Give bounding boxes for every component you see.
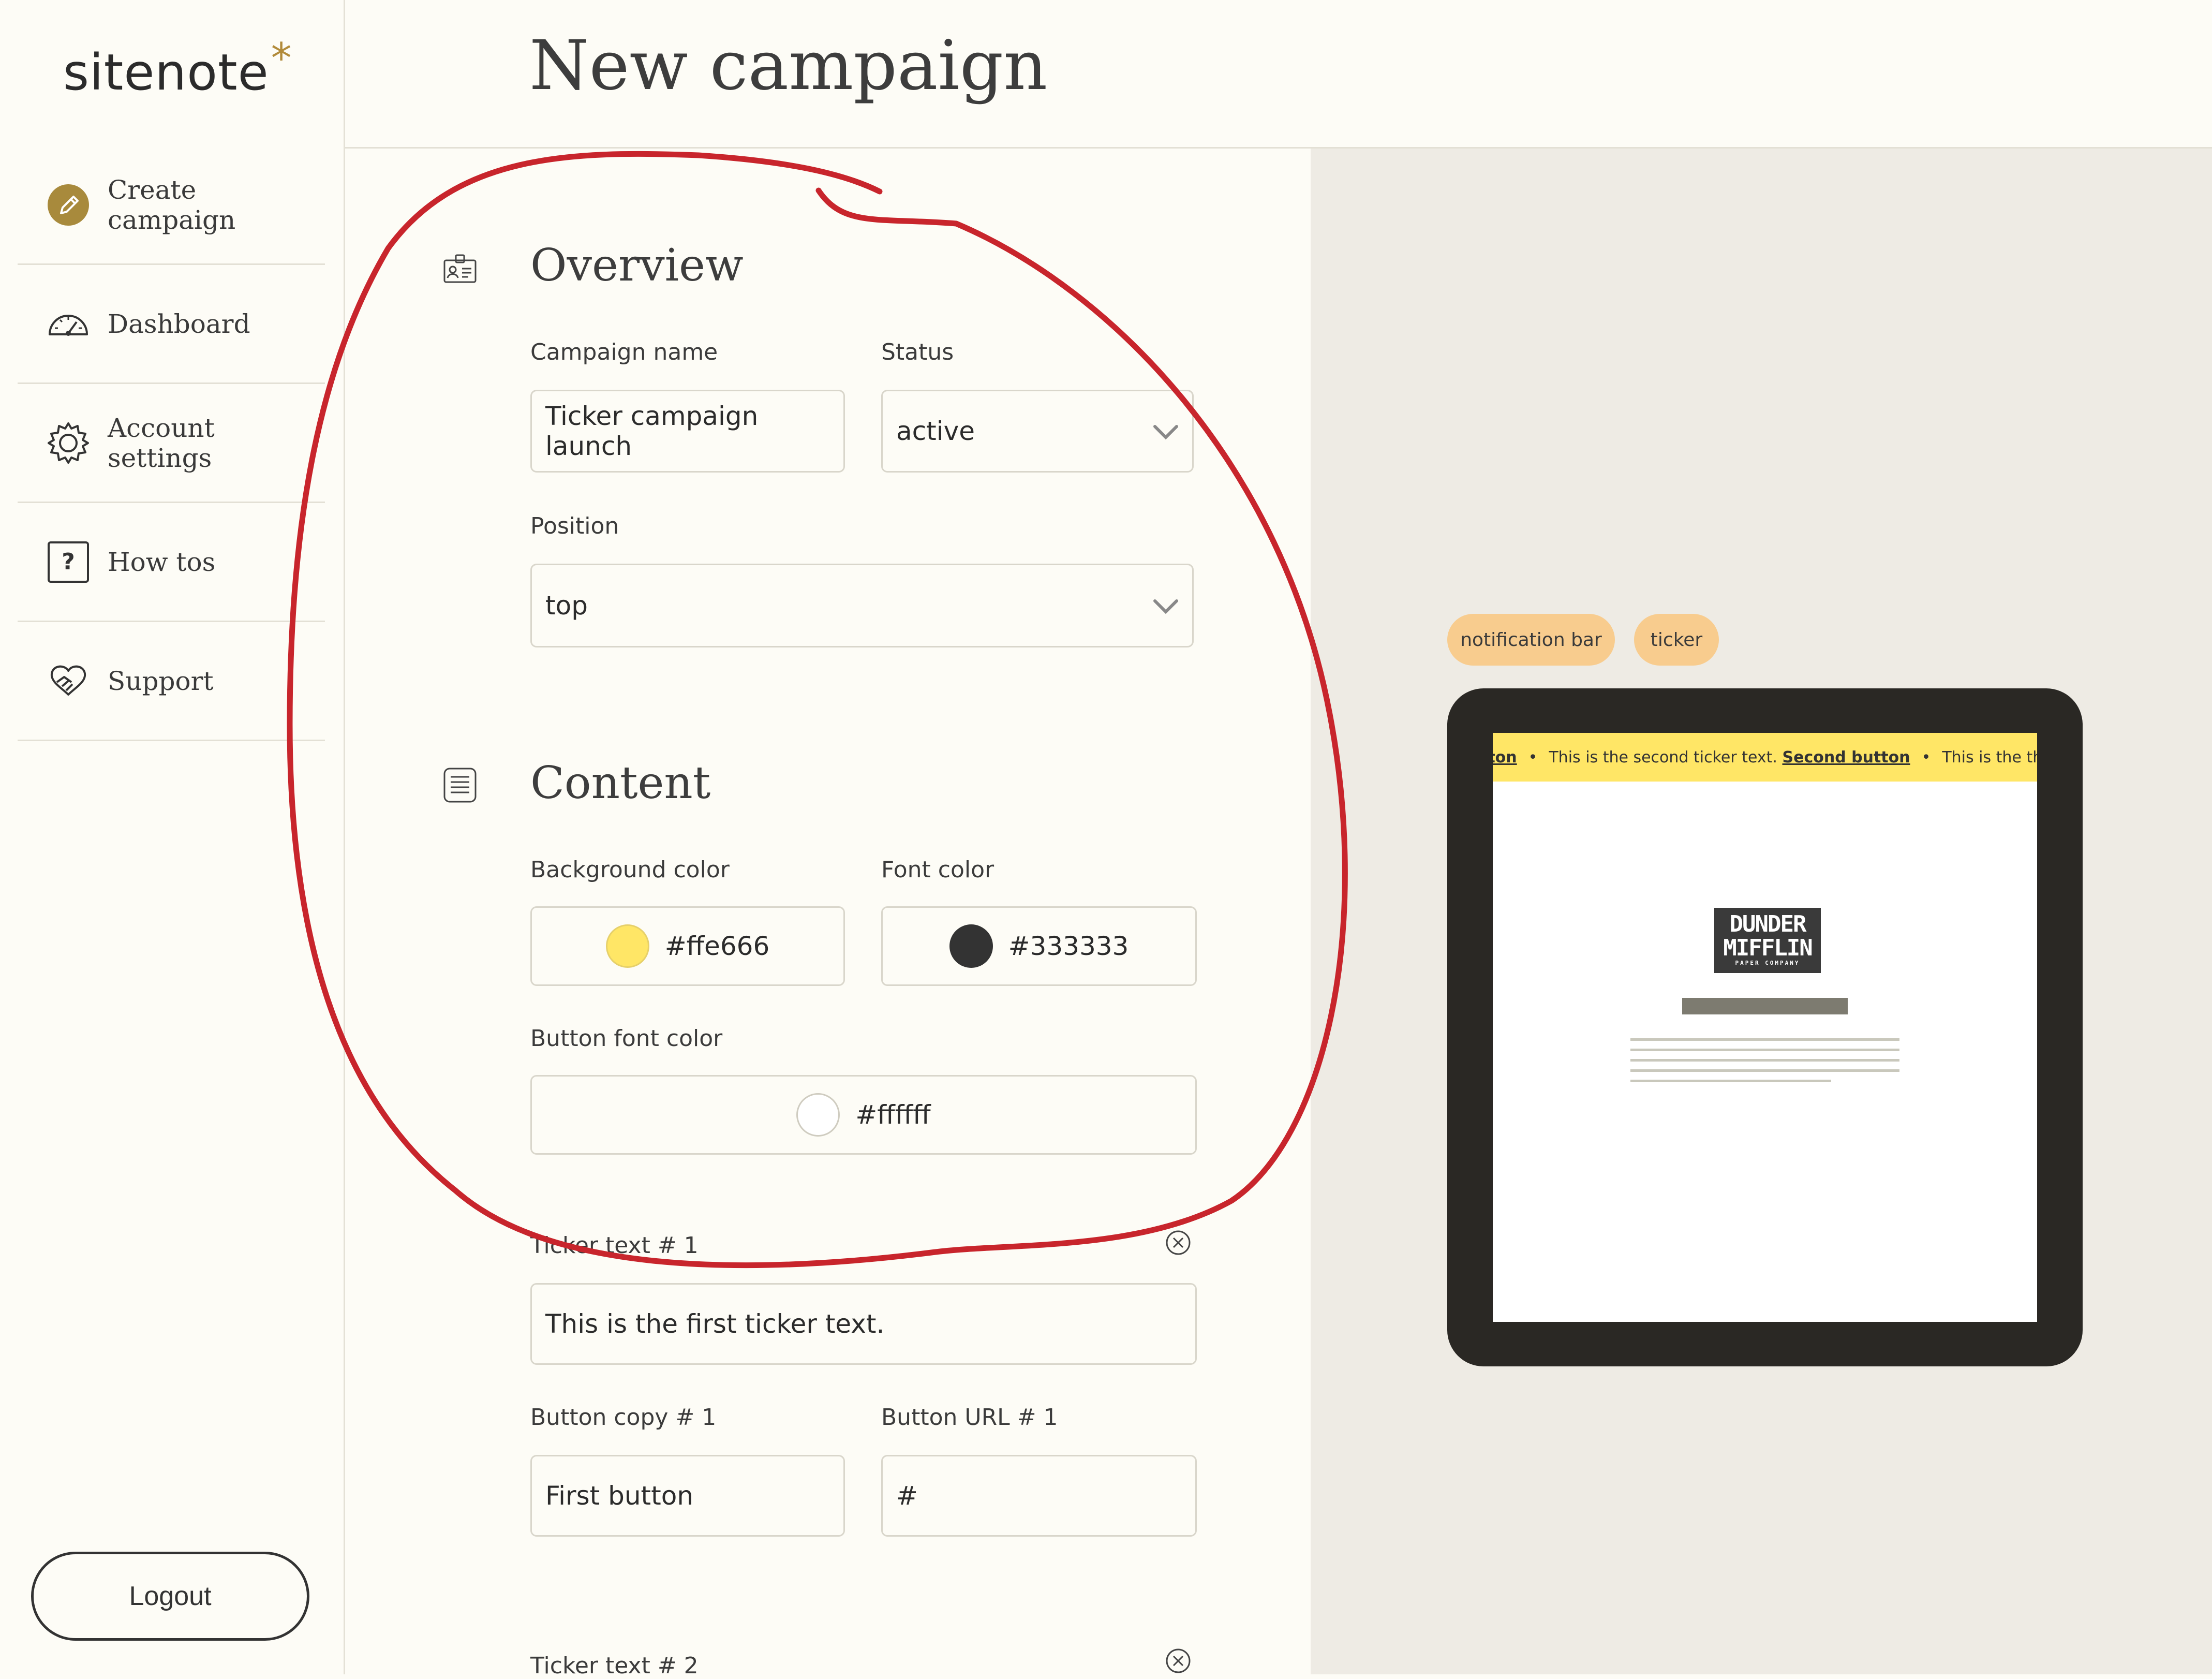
placeholder-text-line [1630,1038,1899,1041]
sidebar-item-support[interactable]: Support [18,622,325,741]
button-font-color-label: Button font color [530,1025,723,1052]
position-label: Position [530,513,619,539]
status-value: active [896,416,975,446]
logo-line-1: DUNDER [1729,911,1807,937]
campaign-name-input[interactable]: Ticker campaign launch [530,390,845,473]
device-preview-frame: tton • This is the second ticker text. Sec… [1447,688,2083,1366]
campaign-form: Overview Campaign name Ticker campaign l… [345,149,1311,1679]
background-color-picker[interactable]: #ffe666 [530,906,845,986]
ticker-text-3: This is the third t [1942,748,2037,767]
button-url-1-label: Button URL # 1 [881,1404,1058,1431]
ticker-text-1-value: This is the first ticker text. [545,1309,885,1339]
content-section-title: Content [530,757,711,809]
placeholder-heading-bar [1682,998,1848,1014]
placeholder-text-line [1630,1069,1899,1072]
overview-section-title: Overview [530,240,744,291]
status-select[interactable]: active [881,390,1194,473]
button-copy-1-label: Button copy # 1 [530,1404,717,1431]
chevron-down-icon [1153,591,1179,621]
button-font-color-swatch [796,1093,840,1137]
ticker-text-2: This is the second ticker text. [1549,748,1777,767]
sidebar-item-dashboard[interactable]: Dashboard [18,265,325,384]
tag-notification-bar[interactable]: notification bar [1447,614,1615,666]
logo[interactable]: sitenote* [63,34,292,101]
status-label: Status [881,339,954,365]
device-screen: tton • This is the second ticker text. Sec… [1493,733,2037,1322]
ticker-separator: • [1921,748,1931,767]
background-color-value: #ffe666 [664,931,770,961]
logo-asterisk: * [271,34,292,82]
question-icon: ? [47,540,90,584]
remove-circle-x-icon[interactable] [1165,1647,1192,1674]
button-copy-1-value: First button [545,1481,694,1511]
sidebar-item-label: How tos [108,547,216,577]
placeholder-text-line [1630,1080,1831,1082]
handshake-heart-icon [47,659,90,703]
campaign-name-value: Ticker campaign launch [545,401,759,461]
gear-icon [47,421,90,465]
position-value: top [545,591,588,621]
page-header: New campaign [345,0,2212,149]
background-color-label: Background color [530,857,730,883]
ticker-second-button[interactable]: Second button [1783,748,1910,767]
speedometer-icon [47,302,90,346]
ticker-track: tton • This is the second ticker text. Sec… [1493,748,2037,767]
sidebar-item-create-campaign[interactable]: Create campaign [18,146,325,265]
font-color-swatch [949,924,993,968]
ticker-preview-bar: tton • This is the second ticker text. Sec… [1493,733,2037,782]
ticker-text-2-label: Ticker text # 2 [530,1653,699,1679]
remove-circle-x-icon[interactable] [1165,1229,1192,1256]
document-lines-icon [441,767,479,804]
pencil-icon [47,183,90,227]
dunder-mifflin-logo: DUNDER MIFFLIN PAPER COMPANY [1714,908,1821,973]
sidebar-item-how-tos[interactable]: ? How tos [18,503,325,622]
placeholder-text-line [1630,1049,1899,1051]
sidebar-item-label: Create campaign [108,174,236,235]
font-color-label: Font color [881,857,994,883]
sidebar-item-label: Dashboard [108,308,250,339]
button-font-color-value: #ffffff [855,1100,931,1130]
logout-button[interactable]: Logout [31,1552,309,1641]
campaign-name-label: Campaign name [530,339,718,365]
ticker-separator: • [1528,748,1538,767]
font-color-value: #333333 [1008,931,1129,961]
sidebar: sitenote* Create campaign Dashboard Acco… [0,0,345,1674]
svg-text:?: ? [62,549,75,575]
button-font-color-picker[interactable]: #ffffff [530,1075,1197,1155]
chevron-down-icon [1153,416,1179,446]
font-color-picker[interactable]: #333333 [881,906,1197,986]
placeholder-text-line [1630,1059,1899,1062]
ticker-text-1-label: Ticker text # 1 [530,1232,699,1259]
ticker-button-fragment[interactable]: tton [1493,748,1517,767]
background-color-swatch [605,924,649,968]
position-select[interactable]: top [530,564,1194,647]
sidebar-item-label: Account settings [108,413,215,473]
logo-text: sitenote [63,43,269,101]
sidebar-item-account-settings[interactable]: Account settings [18,384,325,503]
tag-ticker[interactable]: ticker [1634,614,1719,666]
logo-line-2: MIFFLIN [1723,935,1813,961]
page-title: New campaign [529,26,1048,106]
id-card-icon [441,250,479,287]
button-copy-1-input[interactable]: First button [530,1455,845,1537]
button-url-1-input[interactable]: # [881,1455,1197,1537]
button-url-1-value: # [896,1481,918,1511]
sidebar-item-label: Support [108,666,214,696]
ticker-text-1-input[interactable]: This is the first ticker text. [530,1283,1197,1365]
